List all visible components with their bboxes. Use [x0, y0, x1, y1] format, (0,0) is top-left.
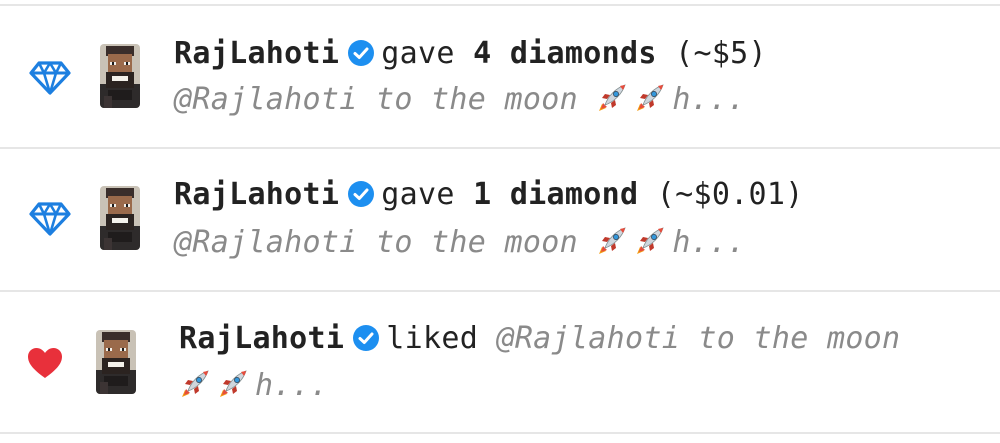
action-text: gave [381, 177, 455, 212]
avatar[interactable] [96, 330, 136, 394]
action-text: liked [386, 321, 479, 356]
post-preview-tail: h... [672, 225, 746, 260]
diamond-amount: 1 diamond [473, 177, 639, 212]
notification-diamond-2[interactable]: RajLahoti gave 1 diamond (~$0.01) @Rajlah… [0, 149, 1000, 290]
heart-icon [28, 348, 62, 378]
notification-title: RajLahoti gave 4 diamonds (~$5) [174, 34, 767, 74]
diamond-icon [28, 60, 72, 96]
notification-like[interactable]: RajLahoti liked @Rajlahoti to the moon h.… [0, 292, 1000, 432]
verified-badge-icon [347, 180, 375, 208]
post-preview-tail: h... [255, 368, 329, 403]
rocket-icon [634, 225, 666, 257]
post-preview[interactable]: h... [179, 366, 328, 406]
post-preview-tail: h... [672, 82, 746, 117]
notification-title: RajLahoti gave 1 diamond (~$0.01) [174, 175, 804, 215]
post-preview-text: @Rajlahoti to the moon [174, 82, 578, 117]
avatar[interactable] [100, 44, 140, 108]
username[interactable]: RajLahoti [174, 177, 339, 212]
rocket-icon [596, 225, 628, 257]
divider [0, 432, 1000, 434]
post-preview-text[interactable]: @Rajlahoti to the moon [496, 321, 900, 356]
verified-badge-icon [352, 324, 380, 352]
rocket-icon [217, 368, 249, 400]
post-preview-text: @Rajlahoti to the moon [174, 225, 578, 260]
username[interactable]: RajLahoti [174, 36, 339, 71]
action-text: gave [381, 36, 455, 71]
avatar[interactable] [100, 186, 140, 250]
diamond-amount: 4 diamonds [473, 36, 657, 71]
diamond-value: (~$5) [675, 36, 767, 71]
rocket-icon [179, 368, 211, 400]
rocket-icon [634, 82, 666, 114]
notifications-feed: RajLahoti gave 4 diamonds (~$5) @Rajlahot… [0, 0, 1000, 443]
diamond-icon [28, 201, 72, 237]
post-preview[interactable]: @Rajlahoti to the moon h... [174, 80, 746, 120]
username[interactable]: RajLahoti [179, 321, 344, 356]
notification-diamond-1[interactable]: RajLahoti gave 4 diamonds (~$5) @Rajlahot… [0, 6, 1000, 147]
notification-title: RajLahoti liked @Rajlahoti to the moon [179, 319, 900, 359]
verified-badge-icon [347, 39, 375, 67]
diamond-value: (~$0.01) [656, 177, 804, 212]
post-preview[interactable]: @Rajlahoti to the moon h... [174, 223, 746, 263]
rocket-icon [596, 82, 628, 114]
